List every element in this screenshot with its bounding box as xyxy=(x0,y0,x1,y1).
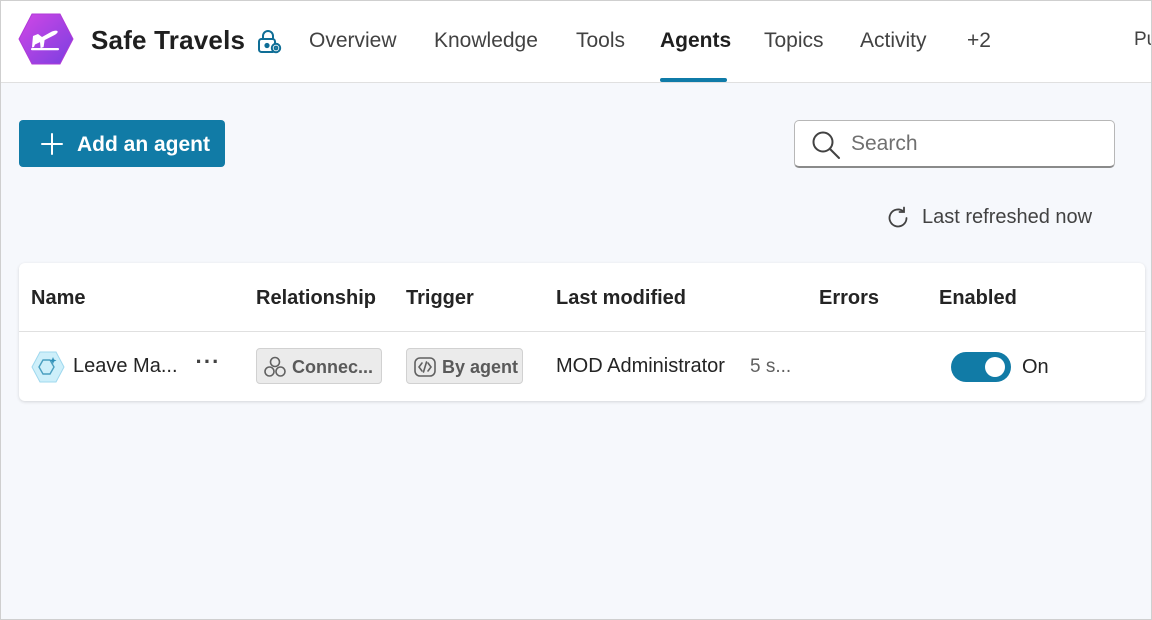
code-icon xyxy=(414,357,436,377)
column-header-trigger[interactable]: Trigger xyxy=(406,287,474,310)
tab-tools[interactable]: Tools xyxy=(576,29,625,53)
app-header: Safe Travels Overview Knowledge Tools Ag… xyxy=(1,1,1151,83)
tab-knowledge[interactable]: Knowledge xyxy=(434,29,538,53)
column-header-errors[interactable]: Errors xyxy=(819,287,879,310)
tab-activity[interactable]: Activity xyxy=(860,29,927,53)
refresh-icon xyxy=(888,206,908,228)
column-header-name[interactable]: Name xyxy=(31,287,85,310)
tab-topics[interactable]: Topics xyxy=(764,29,824,53)
app-title: Safe Travels xyxy=(91,25,246,55)
airplane-icon xyxy=(18,13,74,65)
last-refreshed-text: Last refreshed now xyxy=(922,206,1093,228)
lock-settings-icon[interactable] xyxy=(255,28,283,56)
search-icon xyxy=(812,131,840,159)
relationship-chip: Connec... xyxy=(256,348,382,384)
search-box[interactable] xyxy=(794,120,1115,168)
add-agent-button[interactable]: Add an agent xyxy=(19,120,225,167)
modified-by-text: MOD Administrator xyxy=(556,355,725,377)
table-row[interactable]: Leave Ma... ··· Connec... By agent MOD A… xyxy=(19,332,1145,401)
tab-more[interactable]: +2 xyxy=(967,29,991,53)
publish-button[interactable]: Pu xyxy=(1134,29,1151,51)
column-header-enabled[interactable]: Enabled xyxy=(939,287,1017,310)
modified-time-text: 5 s... xyxy=(750,356,792,377)
enabled-label: On xyxy=(1022,356,1049,378)
tab-overview[interactable]: Overview xyxy=(309,29,397,53)
trigger-text: By agent xyxy=(442,357,519,377)
active-tab-indicator xyxy=(660,78,727,82)
plus-icon xyxy=(41,133,63,155)
search-input[interactable] xyxy=(851,129,1101,159)
agent-name-link[interactable]: Leave Ma... xyxy=(73,355,178,378)
enabled-toggle[interactable] xyxy=(951,352,1011,382)
column-header-last-modified[interactable]: Last modified xyxy=(556,287,686,310)
trigger-chip: By agent xyxy=(406,348,523,384)
toggle-knob xyxy=(985,357,1005,377)
connected-icon xyxy=(264,356,286,377)
agents-table: Name Relationship Trigger Last modified … xyxy=(19,263,1145,401)
column-header-relationship[interactable]: Relationship xyxy=(256,287,376,310)
more-options-button[interactable]: ··· xyxy=(195,350,221,380)
agent-hexagon-icon xyxy=(31,350,65,384)
add-agent-label: Add an agent xyxy=(77,133,211,156)
relationship-text: Connec... xyxy=(292,357,374,377)
tab-agents[interactable]: Agents xyxy=(660,29,731,53)
